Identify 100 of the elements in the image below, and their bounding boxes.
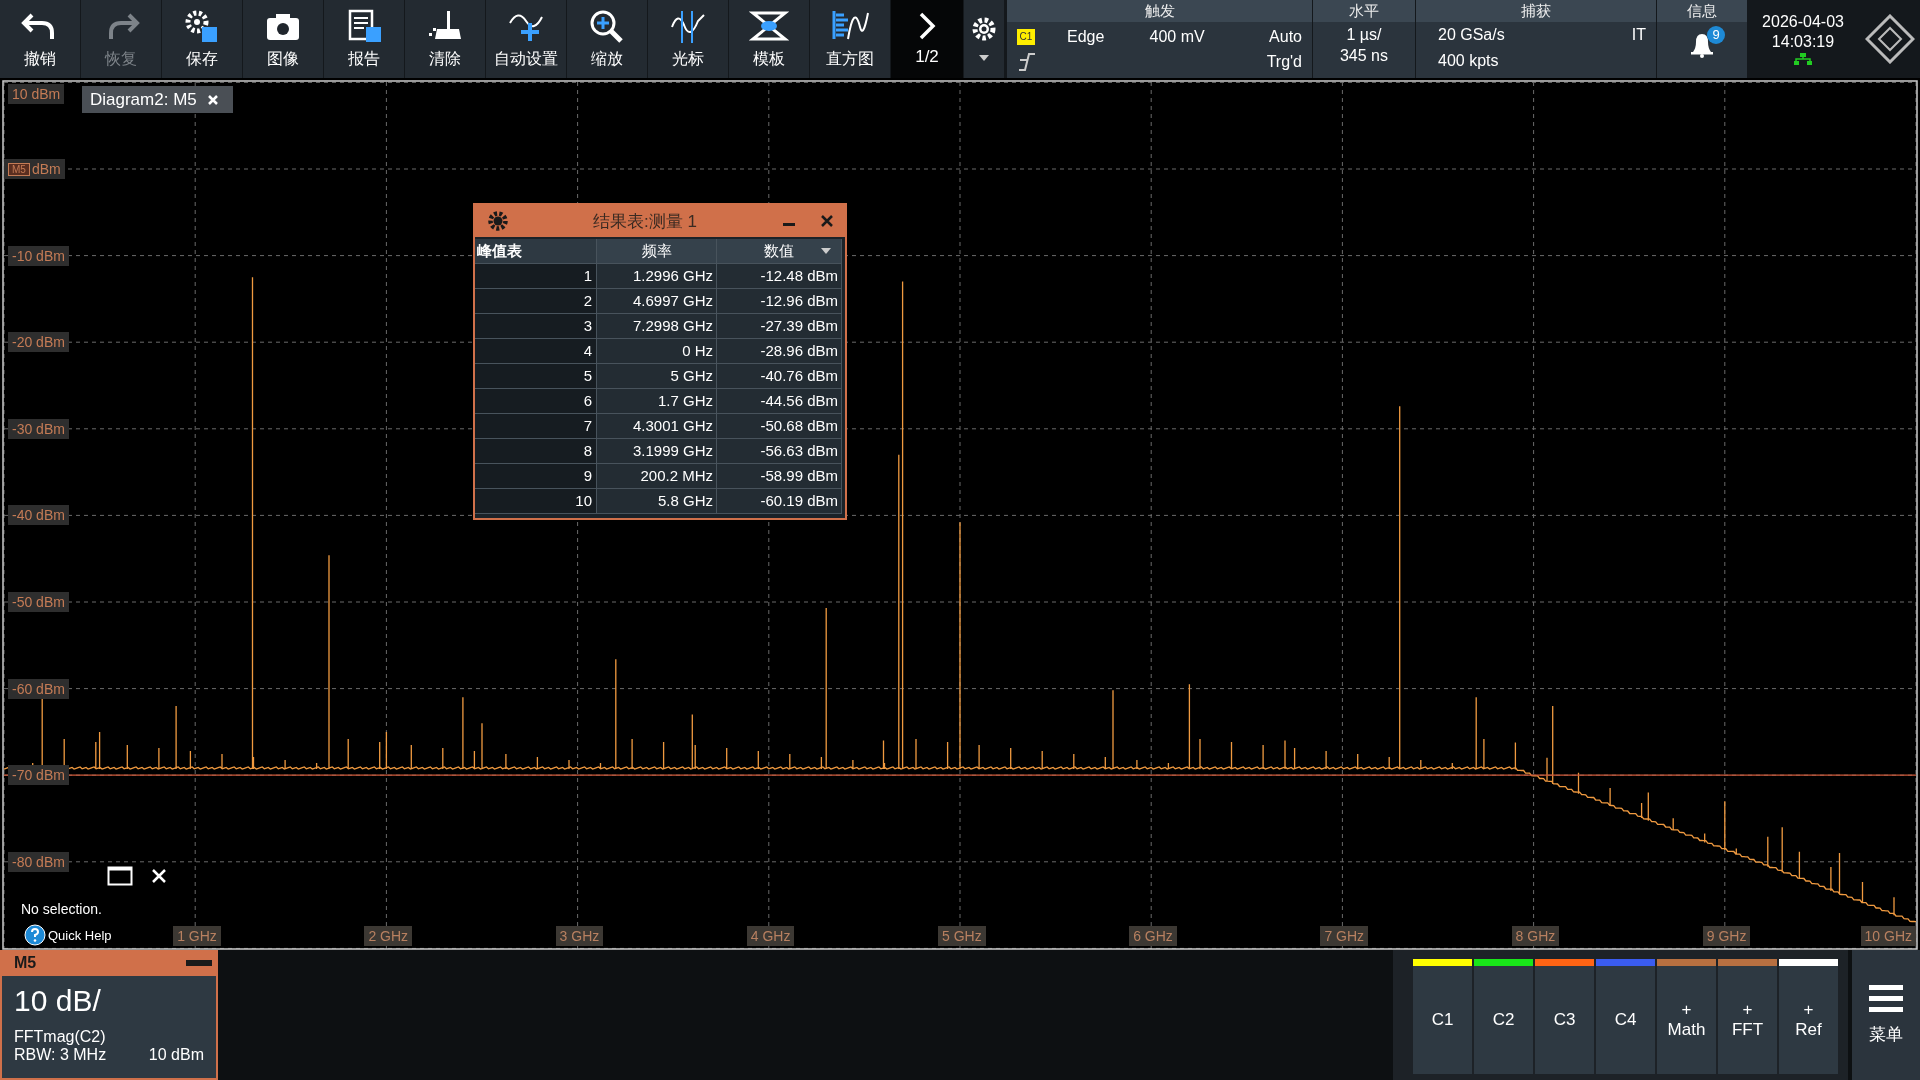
info-panel[interactable]: 信息 9 [1657, 0, 1747, 78]
axis-label: -60 dBm [12, 680, 65, 697]
marker-tag[interactable]: M5 [8, 162, 30, 176]
trigger-state: Trg'd [1265, 53, 1302, 72]
channel-button[interactable]: + Math [1657, 959, 1716, 1074]
toolbar-button[interactable]: 撤销 [0, 0, 80, 78]
axis-label: -30 dBm [12, 420, 65, 437]
toolbar-button[interactable]: 直方图 [810, 0, 890, 78]
axis-label: dBm [31, 161, 61, 177]
axis-label: 3 GHz [555, 926, 604, 946]
table-header: 峰值表 [475, 239, 597, 264]
table-cell: 7.2998 GHz [597, 314, 717, 339]
axis-label: 7 GHz [1320, 926, 1369, 946]
table-cell: -44.56 dBm [717, 389, 842, 414]
horizontal-panel[interactable]: 水平 1 µs/ 345 ns [1313, 0, 1415, 78]
axis-label: 8 GHz [1511, 926, 1560, 946]
axis-label: 1 GHz [173, 926, 221, 946]
table-cell: 6 [475, 389, 597, 414]
settings-icon [971, 16, 997, 42]
rbw-value: RBW: 3 MHz [14, 1046, 107, 1064]
table-cell: 10 [475, 489, 597, 514]
quick-help-link[interactable]: Quick Help [48, 927, 112, 943]
channel-button[interactable]: + Ref [1779, 959, 1838, 1074]
table-cell: 4 [475, 339, 597, 364]
source-badge: C1 [1017, 28, 1035, 45]
table-cell: 9 [475, 464, 597, 489]
settings-icon[interactable] [487, 210, 509, 232]
channel-button[interactable]: C1 [1413, 959, 1472, 1074]
trigger-level: 400 mV [1149, 27, 1206, 46]
table-cell: -12.96 dBm [717, 289, 842, 314]
axis-label: -20 dBm [12, 334, 65, 351]
column-header[interactable]: 数值 [717, 239, 842, 264]
table-cell: 5.8 GHz [597, 489, 717, 514]
column-header[interactable]: 频率 [597, 239, 717, 264]
table-cell: 3.1999 GHz [597, 439, 717, 464]
channel-button[interactable]: C2 [1474, 959, 1533, 1074]
table-cell: 200.2 MHz [597, 464, 717, 489]
axis-label: 4 GHz [746, 926, 795, 946]
settings-button[interactable] [964, 0, 1004, 78]
signal-source: FFTmag(C2) [14, 1028, 107, 1046]
axis-label: 10 GHz [1860, 926, 1916, 946]
toolbar-button[interactable]: 缩放 [567, 0, 647, 78]
trigger-type: Edge [1067, 27, 1106, 46]
toolbar-button[interactable]: 清除 [405, 0, 485, 78]
channel-button[interactable]: + FFT [1718, 959, 1777, 1074]
window-icon[interactable] [107, 866, 133, 886]
signal-name: M5 [14, 954, 37, 972]
axis-label: -40 dBm [12, 507, 65, 524]
trigger-mode: Auto [1268, 27, 1302, 46]
reference-level: 10 dBm [148, 1046, 204, 1064]
window-title: 结果表:测量 1 [592, 210, 698, 233]
axis-label: 2 GHz [364, 926, 413, 946]
notification-badge: 9 [1707, 26, 1725, 44]
signal-panel[interactable]: M5 10 dB/ FFTmag(C2) RBW: 3 MHz 10 dBm [0, 950, 218, 1080]
table-cell: -28.96 dBm [717, 339, 842, 364]
table-cell: 2 [475, 289, 597, 314]
axis-label: 5 GHz [938, 926, 986, 946]
axis-label: -70 dBm [12, 767, 65, 784]
trigger-panel[interactable]: 触发 C1 Edge 400 mV Auto Trg'd [1007, 0, 1312, 78]
date-text: 2026-04-03 [1762, 13, 1844, 31]
toolbar-button[interactable]: 图像 [243, 0, 323, 78]
axis-label: -50 dBm [12, 594, 65, 610]
status-message: No selection. [21, 901, 102, 917]
table-cell: 5 GHz [597, 364, 717, 389]
toolbar-button[interactable]: 自动设置 [486, 0, 566, 78]
next-page-button[interactable]: 1/2 [891, 0, 963, 78]
channel-button[interactable]: C4 [1596, 959, 1655, 1074]
channel-button[interactable]: C3 [1535, 959, 1594, 1074]
acquisition-panel[interactable]: 捕获 20 GSa/s IT 400 kpts [1416, 0, 1656, 78]
table-cell: 7 [475, 414, 597, 439]
menu-button[interactable]: 菜单 [1852, 950, 1920, 1080]
toolbar-button[interactable]: 光标 [648, 0, 728, 78]
table-cell: -58.99 dBm [717, 464, 842, 489]
diagram-tab[interactable]: Diagram2: M5 [82, 86, 233, 113]
table-cell: 4.6997 GHz [597, 289, 717, 314]
axis-label: -80 dBm [12, 853, 65, 870]
logo-icon [1865, 14, 1915, 64]
table-cell: -60.19 dBm [717, 489, 842, 514]
table-cell: 1.7 GHz [597, 389, 717, 414]
panel-title: 水平 [1313, 0, 1415, 22]
table-cell: 8 [475, 439, 597, 464]
table-cell: -27.39 dBm [717, 314, 842, 339]
time-position: 345 ns [1339, 47, 1388, 65]
table-cell: 1.2996 GHz [597, 264, 717, 289]
menu-icon [1869, 984, 1903, 1013]
axis-label: -10 dBm [12, 247, 65, 264]
sort-icon [821, 248, 831, 254]
table-cell: -40.76 dBm [717, 364, 842, 389]
axis-label: 10 dBm [12, 86, 61, 102]
time-text: 14:03:19 [1771, 33, 1835, 51]
toolbar-button[interactable]: 报告 [324, 0, 404, 78]
table-cell: 5 [475, 364, 597, 389]
time-scale: 1 µs/ [1346, 26, 1382, 44]
table-cell: 3 [475, 314, 597, 339]
panel-title: 信息 [1657, 0, 1747, 22]
toolbar-button[interactable]: 保存 [162, 0, 242, 78]
toolbar-button[interactable]: 模板 [729, 0, 809, 78]
wave-cursor-icon [668, 8, 708, 43]
help-icon[interactable] [24, 924, 46, 946]
vertical-scale: 10 dB/ [14, 984, 102, 1018]
